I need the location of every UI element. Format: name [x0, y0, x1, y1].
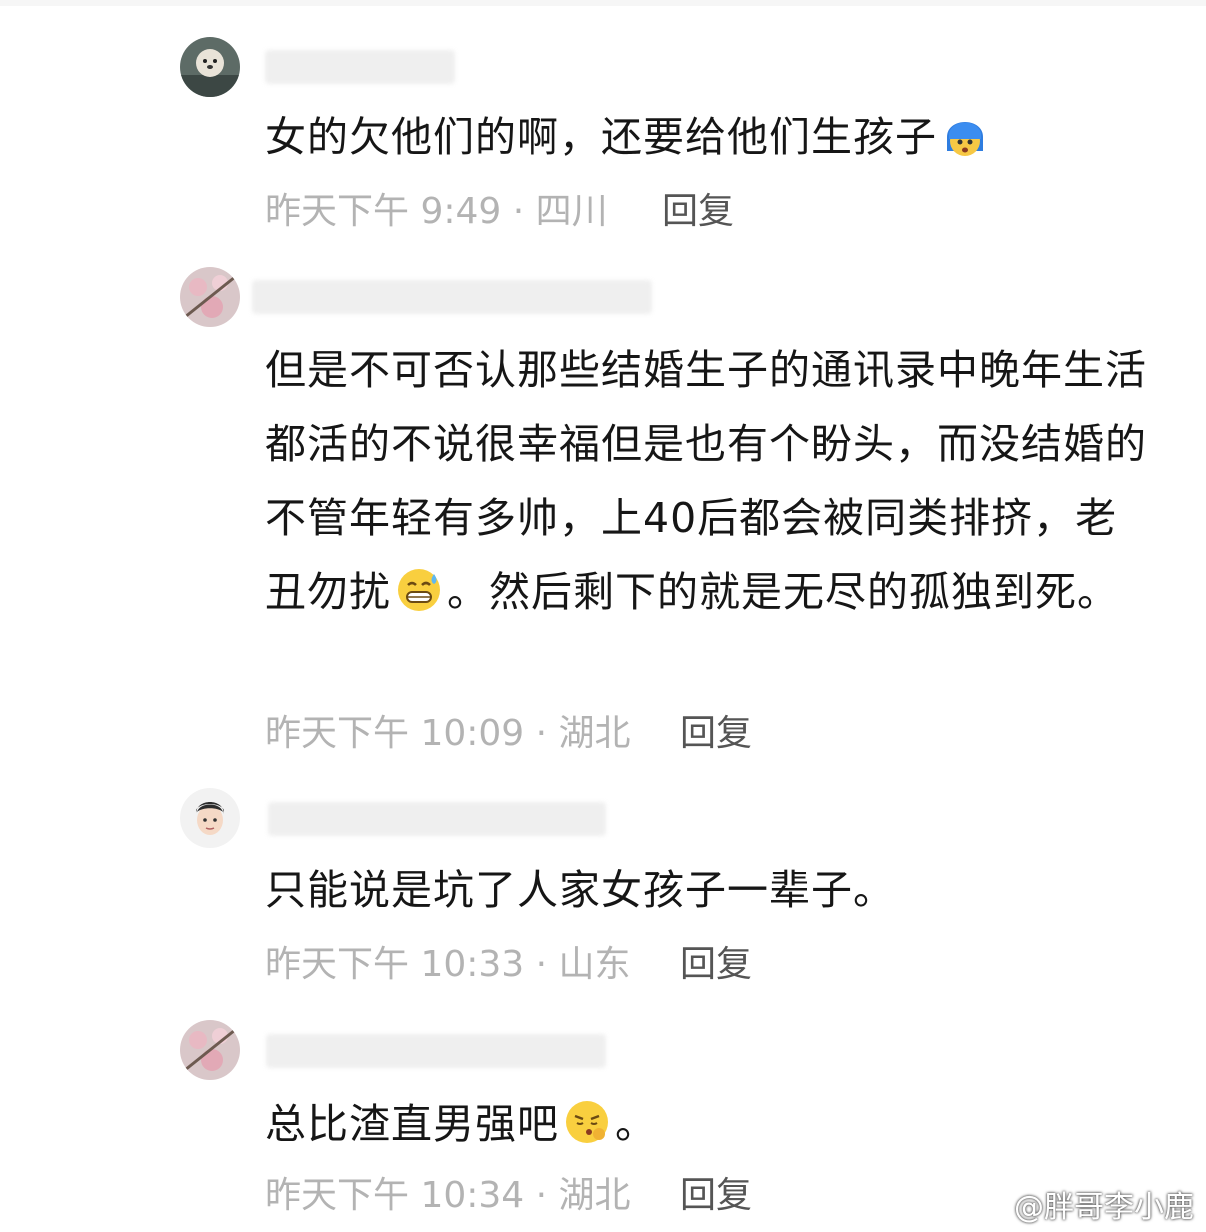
reply-button[interactable]: 回复 [662, 190, 734, 234]
comment-meta: 昨天下午 10:09 · 湖北 [265, 713, 631, 754]
comment-meta: 昨天下午 9:49 · 四川 [265, 191, 608, 232]
avatar[interactable] [180, 788, 240, 848]
comment-meta: 昨天下午 10:34 · 湖北 [265, 1175, 631, 1216]
avatar[interactable] [180, 37, 240, 97]
watermark-text: @胖哥李小鹿 [1014, 1190, 1194, 1225]
comment-text: 总比渣直男强吧 。 [265, 1087, 1155, 1161]
reply-button[interactable]: 回复 [680, 1174, 752, 1218]
username-blurred[interactable] [265, 50, 455, 84]
username-blurred[interactable] [268, 802, 606, 836]
shocked-face-emoji [941, 108, 989, 156]
comment-text: 但是不可否认那些结婚生子的通讯录中晚年生活都活的不说很幸福但是也有个盼头，而没结… [265, 346, 1147, 616]
weibo-logo-icon [974, 1185, 1008, 1223]
comment-text: 只能说是坑了人家女孩子一辈子。 [265, 866, 895, 914]
watermark: @胖哥李小鹿 [974, 1182, 1194, 1226]
sweat-grin-emoji [395, 563, 443, 611]
divider [0, 0, 1206, 6]
comment-meta: 昨天下午 10:33 · 山东 [265, 944, 631, 985]
pouting-face-emoji [563, 1095, 611, 1143]
avatar[interactable] [180, 267, 240, 327]
username-blurred[interactable] [252, 280, 652, 314]
username-blurred[interactable] [266, 1034, 606, 1068]
comment-text: 女的欠他们的啊，还要给他们生孩子 [265, 100, 1155, 174]
reply-button[interactable]: 回复 [680, 712, 752, 756]
comment-thread: 女的欠他们的啊，还要给他们生孩子 昨天下午 9:49 · 四川 回复 但是不可否… [0, 0, 1206, 1232]
avatar[interactable] [180, 1020, 240, 1080]
reply-button[interactable]: 回复 [680, 943, 752, 987]
